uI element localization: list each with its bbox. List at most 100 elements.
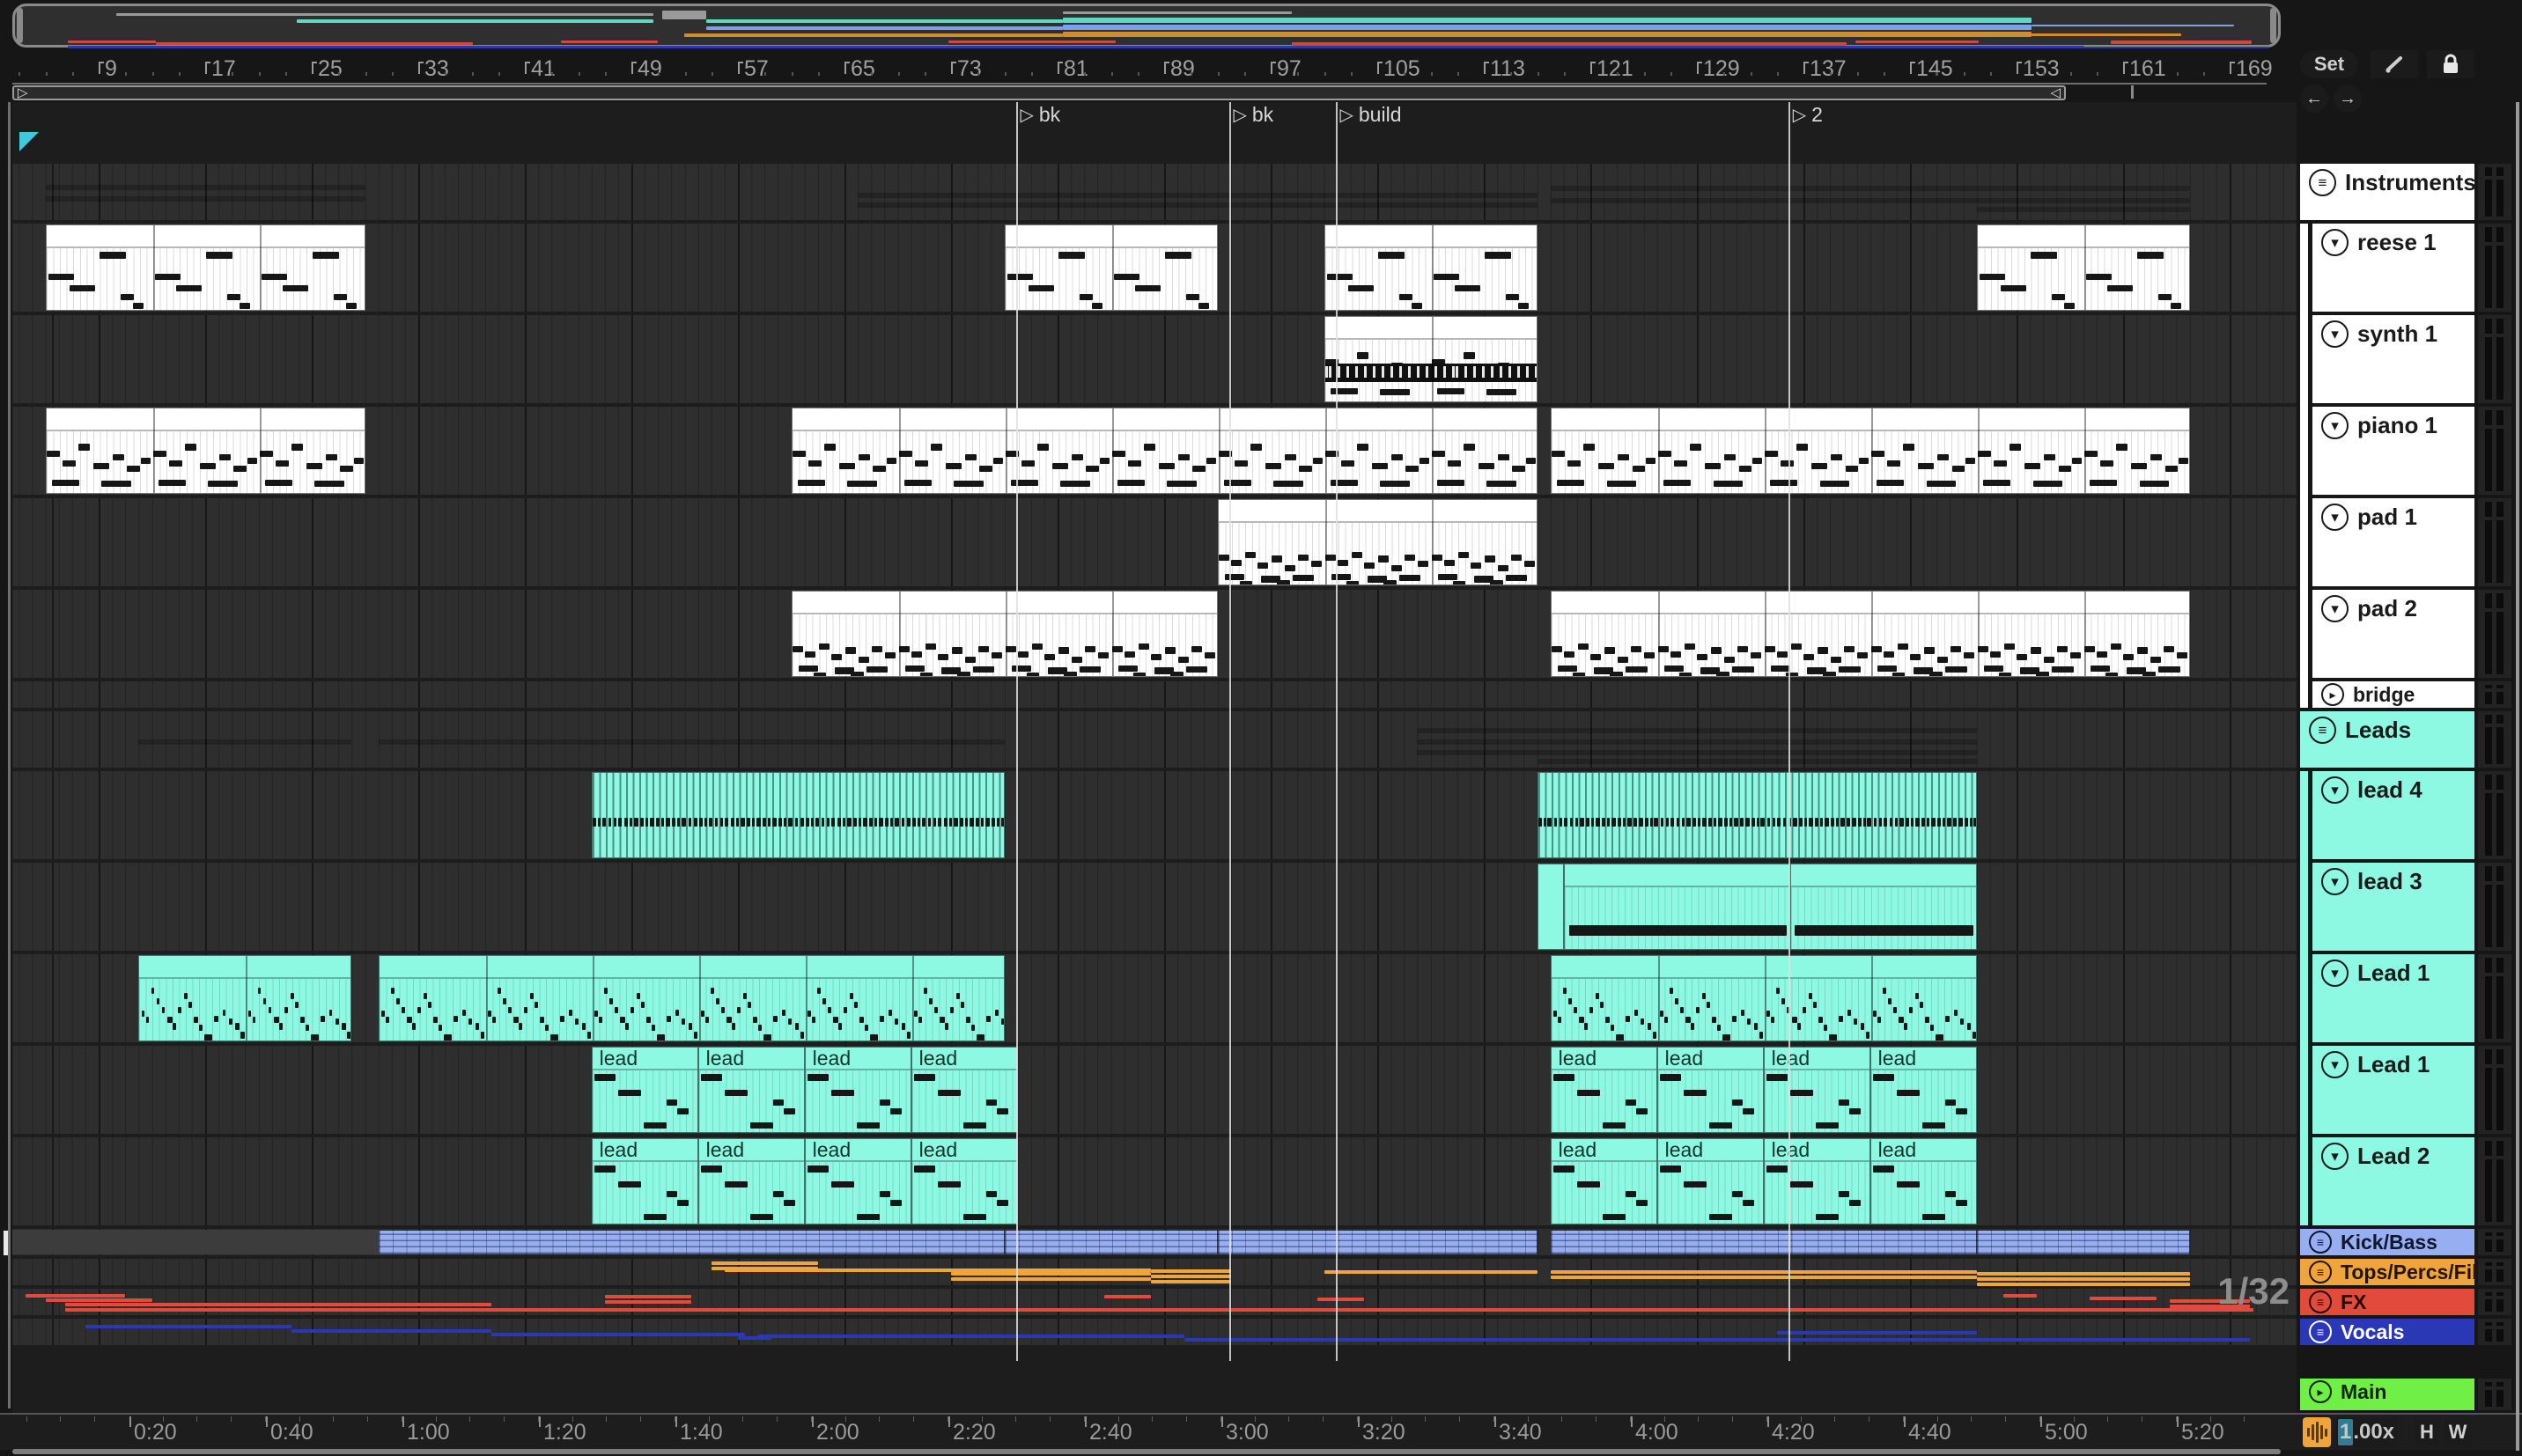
track-lane-lead-1[interactable] <box>12 954 2297 1042</box>
track-lane-pad-1[interactable] <box>12 498 2297 586</box>
midi-clip[interactable] <box>45 408 365 494</box>
section-marker[interactable]: ▷ 2 <box>1793 103 1823 127</box>
draw-mode-button[interactable] <box>2371 50 2418 78</box>
song-start-marker-icon[interactable] <box>19 132 39 151</box>
bar-ruler[interactable]: 9 17 25 33 41 49 57 65 73 81 89 97 105 113 121 129 137 14… <box>0 49 2522 85</box>
audio-clip[interactable] <box>1976 1230 2190 1254</box>
track-lane-leads[interactable] <box>12 711 2297 768</box>
fold-chevron-icon[interactable]: ▾ <box>2321 504 2349 531</box>
track-lane-synth-1[interactable] <box>12 315 2297 403</box>
thin-clip[interactable] <box>491 1333 745 1336</box>
right-scrollbar[interactable] <box>2516 102 2519 1451</box>
track-lane-tops-percs-fill[interactable] <box>12 1259 2297 1286</box>
fold-chevron-icon[interactable]: ▾ <box>2321 229 2349 256</box>
nudge-right-button[interactable]: → <box>2334 85 2362 113</box>
track-header-lead-4[interactable]: ▾ lead 4 <box>2312 771 2474 859</box>
audio-clip[interactable] <box>1004 1230 1218 1254</box>
thin-clip[interactable] <box>604 1295 692 1298</box>
midi-clip[interactable]: lead <box>804 1138 911 1224</box>
midi-clip[interactable] <box>378 955 1005 1041</box>
thin-clip[interactable] <box>291 1329 492 1333</box>
scroll-right-icon[interactable]: ◁ <box>2050 86 2061 99</box>
midi-clip[interactable] <box>1324 224 1538 311</box>
thin-clip[interactable] <box>65 1303 492 1306</box>
optimize-width-button[interactable]: W <box>2445 1419 2471 1445</box>
group-menu-icon[interactable]: ≡ <box>2309 1320 2332 1343</box>
midi-clip[interactable] <box>1217 499 1538 585</box>
group-menu-icon[interactable]: ≡ <box>2309 1291 2332 1313</box>
midi-clip[interactable] <box>1789 864 1977 950</box>
midi-clip[interactable]: lead <box>697 1138 805 1224</box>
overview-right-handle[interactable] <box>2270 8 2276 43</box>
thin-clip[interactable] <box>604 1300 692 1304</box>
thin-clip[interactable] <box>65 1308 2254 1312</box>
midi-clip[interactable]: lead <box>911 1138 1018 1224</box>
midi-clip[interactable] <box>1563 864 1790 950</box>
playback-speed-control[interactable]: 1.00x <box>2335 1417 2397 1447</box>
track-header-main[interactable]: ▸ Main <box>2300 1379 2474 1410</box>
midi-clip[interactable]: lead <box>911 1047 1018 1133</box>
section-marker[interactable]: ▷ bk <box>1234 103 1274 127</box>
thin-clip[interactable] <box>85 1325 292 1328</box>
midi-clip[interactable]: lead <box>1550 1047 1657 1133</box>
horizontal-zoom-scrollbar[interactable]: ▷ ◁ <box>12 85 2066 100</box>
track-lane-kick-bass[interactable] <box>11 1229 2297 1255</box>
midi-clip[interactable]: lead <box>591 1138 698 1224</box>
time-ruler[interactable]: 0:20 0:40 1:00 1:20 1:40 2:00 2:20 2:40 3:00 3:20… <box>0 1413 2522 1450</box>
midi-clip[interactable]: lead <box>1763 1138 1870 1224</box>
track-header-fx[interactable]: ≡ FX <box>2300 1289 2474 1315</box>
track-header-pad-2[interactable]: ▾ pad 2 <box>2312 590 2474 678</box>
track-header-vocals[interactable]: ≡ Vocals <box>2300 1319 2474 1345</box>
group-menu-icon[interactable]: ≡ <box>2309 1231 2332 1254</box>
midi-clip[interactable] <box>1550 408 2190 494</box>
midi-clip[interactable] <box>791 591 1218 677</box>
track-header-lead-3[interactable]: ▾ lead 3 <box>2312 863 2474 951</box>
track-lane-reese-1[interactable] <box>12 224 2297 312</box>
track-lane-vocals[interactable] <box>12 1319 2297 1345</box>
track-header-piano-1[interactable]: ▾ piano 1 <box>2312 407 2474 495</box>
midi-clip[interactable]: lead <box>804 1047 911 1133</box>
lock-envelopes-button[interactable] <box>2427 50 2474 78</box>
midi-clip[interactable]: lead <box>1550 1138 1657 1224</box>
track-header-instruments[interactable]: ≡ Instruments <box>2300 164 2476 220</box>
midi-clip[interactable]: lead <box>591 1047 698 1133</box>
track-lane-bridge[interactable] <box>12 681 2297 708</box>
track-header-bridge[interactable]: ▸ bridge <box>2312 681 2474 708</box>
fold-chevron-icon[interactable]: ▾ <box>2321 776 2349 804</box>
midi-clip[interactable]: lead <box>1763 1047 1870 1133</box>
track-lane-lead-3[interactable] <box>12 863 2297 951</box>
fold-chevron-icon[interactable]: ▾ <box>2321 868 2349 895</box>
track-header-tops-percs-fill[interactable]: ≡ Tops/Percs/Fill <box>2300 1259 2483 1285</box>
set-locator-button[interactable]: Set <box>2300 50 2358 78</box>
midi-clip[interactable] <box>591 772 1005 858</box>
fold-chevron-icon[interactable]: ▾ <box>2321 960 2349 987</box>
midi-clip[interactable]: lead <box>697 1047 805 1133</box>
thin-clip[interactable] <box>1776 1331 1977 1335</box>
track-header-synth-1[interactable]: ▾ synth 1 <box>2312 315 2474 403</box>
audio-clip[interactable] <box>378 1230 1005 1254</box>
track-header-pad-1[interactable]: ▾ pad 1 <box>2312 498 2474 586</box>
thin-clip[interactable] <box>25 1294 126 1298</box>
fold-chevron-icon[interactable]: ▾ <box>2321 595 2349 622</box>
track-lane-piano-1[interactable] <box>12 407 2297 495</box>
thin-clip[interactable] <box>951 1272 1151 1276</box>
thin-clip[interactable] <box>1550 1276 1977 1279</box>
track-lane-lead-2[interactable]: lead lead lead lead lead lead lead lead <box>12 1137 2297 1225</box>
thin-clip[interactable] <box>1150 1275 1231 1278</box>
track-lane-fx[interactable] <box>12 1289 2297 1315</box>
audio-clip[interactable] <box>1217 1230 1538 1254</box>
group-menu-icon[interactable]: ≡ <box>2309 1261 2332 1283</box>
track-header-leads[interactable]: ≡ Leads <box>2300 711 2474 768</box>
midi-clip[interactable]: lead <box>1869 1138 1977 1224</box>
midi-clip[interactable] <box>1324 316 1538 402</box>
fold-chevron-icon[interactable]: ▾ <box>2321 412 2349 439</box>
nudge-left-button[interactable]: ← <box>2300 85 2328 113</box>
arrangement-canvas[interactable]: lead lead lead lead lead lead lead lead lead lead… <box>11 102 2297 1413</box>
track-header-lead-1[interactable]: ▾ Lead 1 <box>2312 954 2474 1042</box>
thin-clip[interactable] <box>1324 1270 1538 1274</box>
thin-clip[interactable] <box>757 1335 1184 1338</box>
audition-mode-button[interactable] <box>2303 1417 2331 1447</box>
midi-clip[interactable]: lead <box>1656 1138 1764 1224</box>
overview-left-handle[interactable] <box>17 8 23 43</box>
group-menu-icon[interactable]: ≡ <box>2309 169 2336 196</box>
